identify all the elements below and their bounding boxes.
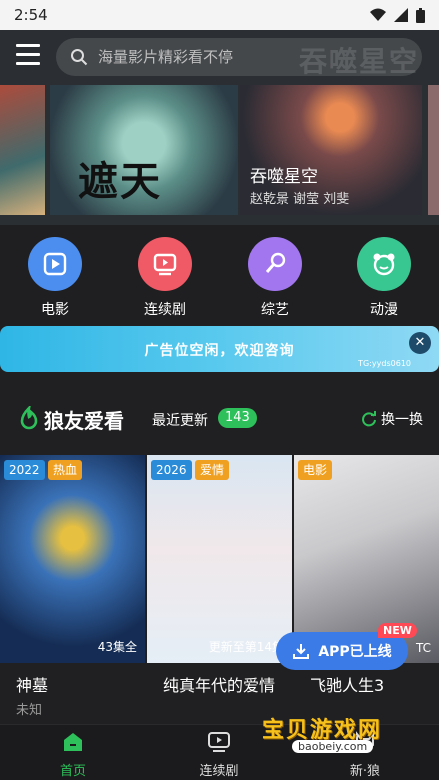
download-icon [293,644,310,659]
category-anime[interactable]: 动漫 [334,237,434,319]
episode-status: TC [415,641,431,655]
refresh-icon [362,411,376,427]
search-bar[interactable] [56,38,422,76]
tab-series-label: 连续剧 [199,764,239,779]
status-time: 2:54 [14,6,48,24]
episode-status: 更新至第14集 [208,640,284,654]
genre-badge: 爱情 [195,460,230,480]
new-badge: NEW [378,623,417,638]
year-badge: 2026 [151,460,192,480]
home-icon [64,733,82,751]
media-card[interactable]: 2026 爱情 更新至第14集 纯真年代的爱情 [147,455,292,699]
category-series-circle [138,237,192,291]
section-title: 狼友爱看 [44,409,124,433]
card-title: 神墓 [16,676,49,695]
status-bar: 2:54 [0,0,439,30]
category-series[interactable]: 连续剧 [115,237,215,319]
category-variety-label: 综艺 [261,302,289,318]
watermark-logo: 宝贝游戏网 baobeiy.com [262,712,422,762]
microphone-icon [265,252,286,273]
flame-icon [20,406,38,430]
refresh-label: 换一换 [381,412,423,428]
film-icon [43,252,67,276]
recent-label: 最近更新 [152,413,208,429]
menu-icon[interactable] [16,44,40,66]
close-icon[interactable]: ✕ [409,332,431,354]
ad-banner[interactable]: 广告位空闲，欢迎咨询 TG:yyds0610 ✕ [0,326,439,372]
banner-title: 吞噬星空 [250,167,318,187]
year-badge: 2022 [4,460,45,480]
category-variety[interactable]: 综艺 [225,237,325,319]
banner-poster-edge[interactable] [428,85,439,215]
category-anime-label: 动漫 [370,302,398,318]
bear-icon [373,253,395,276]
section-header: 狼友爱看 最近更新 143 换一换 [0,398,439,438]
genre-badge: 热血 [48,460,83,480]
category-series-label: 连续剧 [144,302,186,318]
card-poster: 2022 热血 43集全 [0,455,145,663]
search-input[interactable] [98,48,298,66]
ad-text: 广告位空闲，欢迎咨询 [144,343,295,359]
app-download-label: APP已上线 [318,644,392,660]
category-variety-circle [248,237,302,291]
episode-status: 43集全 [97,640,137,654]
recent-count-badge: 143 [218,408,257,428]
genre-badge: 电影 [298,460,333,480]
watermark-url: baobeiy.com [292,740,374,753]
tab-home[interactable]: 首页 [23,731,123,779]
tab-new-label: 新·狼 [349,764,381,779]
card-title: 飞驰人生3 [310,676,385,695]
category-anime-circle [357,237,411,291]
wifi-icon [370,8,386,21]
ad-contact: TG:yyds0610 [358,359,411,368]
signal-icon [394,8,408,22]
category-row: 电影 连续剧 综艺 动漫 [0,225,439,325]
search-icon [71,49,88,66]
category-movie[interactable]: 电影 [5,237,105,319]
banner-poster-zhetian[interactable]: 遮天 [50,85,238,215]
tab-home-label: 首页 [59,764,86,779]
card-subtitle: 未知 [16,703,43,718]
banner-cast: 赵乾景 谢莹 刘斐 [250,192,350,207]
media-cards: 2022 热血 43集全 神墓 未知 2026 爱情 更新至第14集 纯真年代的… [0,455,439,725]
card-poster: 2026 爱情 更新至第14集 [147,455,292,663]
banner-poster-left[interactable] [0,85,45,215]
category-movie-label: 电影 [41,302,69,318]
card-title: 纯真年代的爱情 [163,676,276,695]
category-movie-circle [28,237,82,291]
tv-icon [153,253,177,276]
tv-icon [208,732,230,752]
banner-poster-calligraphy: 遮天 [78,158,162,205]
status-icons [370,7,425,23]
tab-series[interactable]: 连续剧 [169,731,269,779]
refresh-button[interactable]: 换一换 [361,409,423,429]
battery-icon [416,7,425,23]
media-card[interactable]: 2022 热血 43集全 神墓 未知 [0,455,145,718]
